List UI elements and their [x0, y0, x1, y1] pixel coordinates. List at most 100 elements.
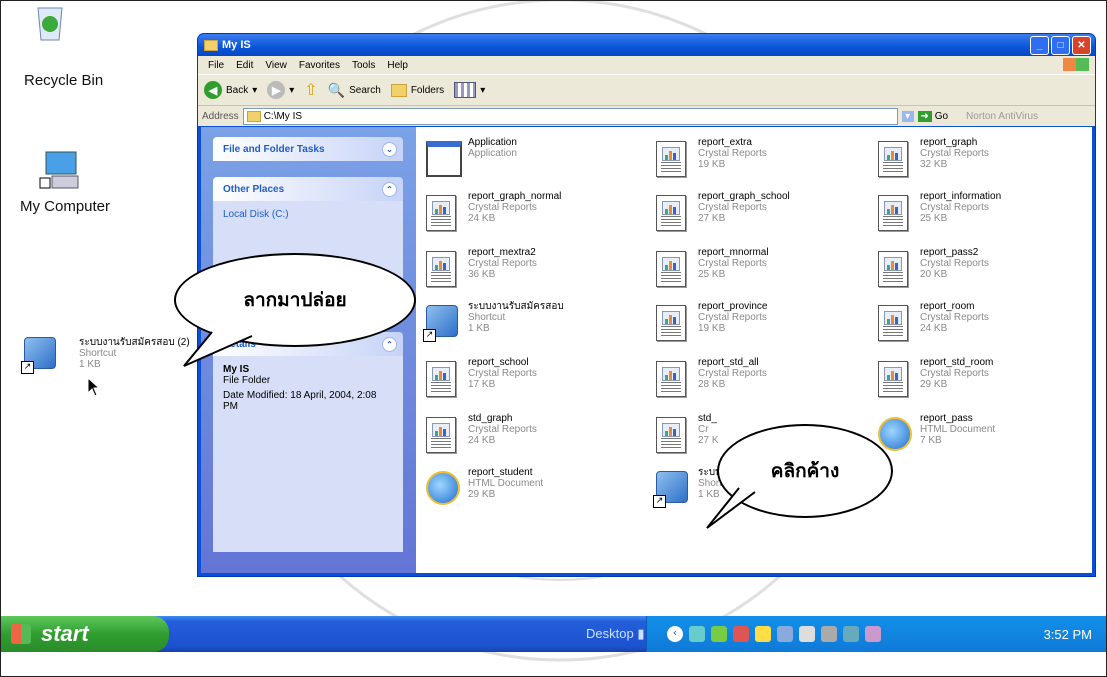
- file-item[interactable]: Application Application: [426, 137, 636, 189]
- file-name: report_std_room: [920, 357, 994, 368]
- forward-button[interactable]: ▶ ▾: [267, 81, 294, 99]
- tray-collapse-icon[interactable]: ‹: [667, 626, 683, 642]
- details-type: File Folder: [223, 375, 271, 386]
- address-dropdown-icon[interactable]: ▾: [901, 110, 914, 122]
- my-computer-desktop-icon[interactable]: My Computer: [10, 148, 120, 215]
- file-item[interactable]: report_graph_normal Crystal Reports 24 KB: [426, 191, 636, 243]
- users-icon[interactable]: [777, 626, 793, 642]
- html-document-icon: [878, 417, 912, 451]
- maximize-button[interactable]: □: [1051, 35, 1070, 55]
- chevron-down-icon[interactable]: ⌄: [382, 141, 397, 157]
- back-button[interactable]: ◀ Back ▾: [204, 81, 257, 99]
- file-type: Cr: [698, 424, 709, 435]
- details-modified: Date Modified: 18 April, 2004, 2:08 PM: [223, 390, 377, 412]
- minimize-button[interactable]: _: [1030, 35, 1049, 55]
- callout-tail: [706, 487, 756, 529]
- security-icon[interactable]: [733, 626, 749, 642]
- network-icon[interactable]: [689, 626, 705, 642]
- file-item[interactable]: report_information Crystal Reports 25 KB: [878, 191, 1088, 243]
- file-size: 27 KB: [698, 213, 726, 224]
- tools-icon[interactable]: [865, 626, 881, 642]
- address-value: C:\My IS: [263, 110, 303, 122]
- messenger-icon[interactable]: [711, 626, 727, 642]
- chevron-up-icon[interactable]: ⌃: [382, 336, 397, 352]
- crystal-report-icon: [878, 361, 908, 397]
- norton-antivirus-button[interactable]: Norton AntiVirus: [966, 111, 1038, 122]
- file-name: report_student: [468, 467, 533, 478]
- recycle-bin-desktop-icon[interactable]: Recycle Bin: [22, 2, 142, 89]
- folder-icon: [204, 39, 218, 51]
- crystal-report-icon: [426, 361, 456, 397]
- menu-view[interactable]: View: [259, 60, 293, 71]
- taskbar: start Desktop ▮ » ‹ 3:52 PM: [1, 616, 1106, 652]
- recycle-bin-label: Recycle Bin: [24, 72, 104, 89]
- desktop-toolbar[interactable]: Desktop ▮ »: [586, 626, 655, 642]
- close-button[interactable]: ✕: [1072, 35, 1091, 55]
- display-icon[interactable]: [843, 626, 859, 642]
- shortcut-desktop-icon[interactable]: ↗ ระบบงานรับสมัครสอบ (2) Shortcut 1 KB: [21, 333, 199, 381]
- other-places-title: Other Places: [223, 183, 285, 195]
- callout-tail: [183, 331, 253, 367]
- file-type: Crystal Reports: [468, 424, 537, 435]
- file-item[interactable]: report_std_all Crystal Reports 28 KB: [656, 357, 866, 409]
- file-item[interactable]: report_mnormal Crystal Reports 25 KB: [656, 247, 866, 299]
- go-button[interactable]: ➜ Go: [917, 110, 948, 122]
- menu-help[interactable]: Help: [381, 60, 414, 71]
- file-size: 19 KB: [698, 159, 726, 170]
- clock[interactable]: 3:52 PM: [1044, 627, 1092, 642]
- file-item[interactable]: report_graph_school Crystal Reports 27 KB: [656, 191, 866, 243]
- crystal-report-icon: [878, 141, 908, 177]
- crystal-report-icon: [656, 141, 686, 177]
- antivirus-icon[interactable]: [755, 626, 771, 642]
- file-item[interactable]: report_extra Crystal Reports 19 KB: [656, 137, 866, 189]
- local-disk-link[interactable]: Local Disk (C:): [223, 209, 289, 220]
- crystal-report-icon: [426, 417, 456, 453]
- back-arrow-icon: ◀: [204, 81, 222, 99]
- menu-file[interactable]: File: [202, 60, 230, 71]
- connection-icon[interactable]: [821, 626, 837, 642]
- file-size: 27 K: [698, 435, 719, 446]
- up-folder-icon[interactable]: ⇧: [304, 80, 317, 100]
- details-body: My IS File Folder Date Modified: 18 Apri…: [213, 356, 403, 552]
- file-item[interactable]: report_province Crystal Reports 19 KB: [656, 301, 866, 353]
- volume-icon[interactable]: [799, 626, 815, 642]
- file-item[interactable]: report_school Crystal Reports 17 KB: [426, 357, 636, 409]
- folders-button[interactable]: Folders: [390, 83, 444, 97]
- file-type: Shortcut: [468, 312, 506, 323]
- content-area: File and Folder Tasks ⌄ Other Places ⌃ L…: [201, 127, 1092, 573]
- file-item[interactable]: report_student HTML Document 29 KB: [426, 467, 636, 519]
- file-type: Crystal Reports: [698, 312, 767, 323]
- file-item[interactable]: report_mextra2 Crystal Reports 36 KB: [426, 247, 636, 299]
- file-item[interactable]: report_graph Crystal Reports 32 KB: [878, 137, 1088, 189]
- file-item[interactable]: ↗ ระบบงานรับสมัครสอบ Shortcut 1 KB: [423, 301, 636, 353]
- file-name: report_school: [468, 357, 529, 368]
- file-item[interactable]: report_std_room Crystal Reports 29 KB: [878, 357, 1088, 409]
- menu-favorites[interactable]: Favorites: [293, 60, 346, 71]
- menu-tools[interactable]: Tools: [346, 60, 381, 71]
- file-type: Crystal Reports: [920, 148, 989, 159]
- file-item[interactable]: report_pass2 Crystal Reports 20 KB: [878, 247, 1088, 299]
- menu-edit[interactable]: Edit: [230, 60, 259, 71]
- file-type: Crystal Reports: [920, 258, 989, 269]
- file-type: Crystal Reports: [468, 258, 537, 269]
- file-folder-tasks-panel[interactable]: File and Folder Tasks ⌄: [213, 137, 403, 161]
- recycle-bin-icon: [37, 7, 63, 41]
- file-type: Crystal Reports: [920, 312, 989, 323]
- title-bar[interactable]: My IS _ □ ✕: [198, 34, 1095, 56]
- file-size: 24 KB: [468, 213, 496, 224]
- file-folder-tasks-title: File and Folder Tasks: [223, 143, 325, 155]
- file-name: report_mextra2: [468, 247, 536, 258]
- file-item[interactable]: report_pass HTML Document 7 KB: [878, 413, 1088, 465]
- crystal-report-icon: [878, 195, 908, 231]
- address-label: Address: [202, 110, 239, 122]
- address-input[interactable]: C:\My IS: [242, 107, 898, 125]
- shortcut-desktop-size: 1 KB: [79, 359, 101, 370]
- file-item[interactable]: std_graph Crystal Reports 24 KB: [426, 413, 636, 465]
- views-button[interactable]: ▾: [454, 82, 485, 98]
- start-button[interactable]: start: [1, 616, 169, 652]
- crystal-report-icon: [426, 251, 456, 287]
- file-item[interactable]: report_room Crystal Reports 24 KB: [878, 301, 1088, 353]
- search-button[interactable]: 🔍 Search: [328, 82, 381, 99]
- file-size: 25 KB: [698, 269, 726, 280]
- chevron-up-icon[interactable]: ⌃: [382, 181, 397, 197]
